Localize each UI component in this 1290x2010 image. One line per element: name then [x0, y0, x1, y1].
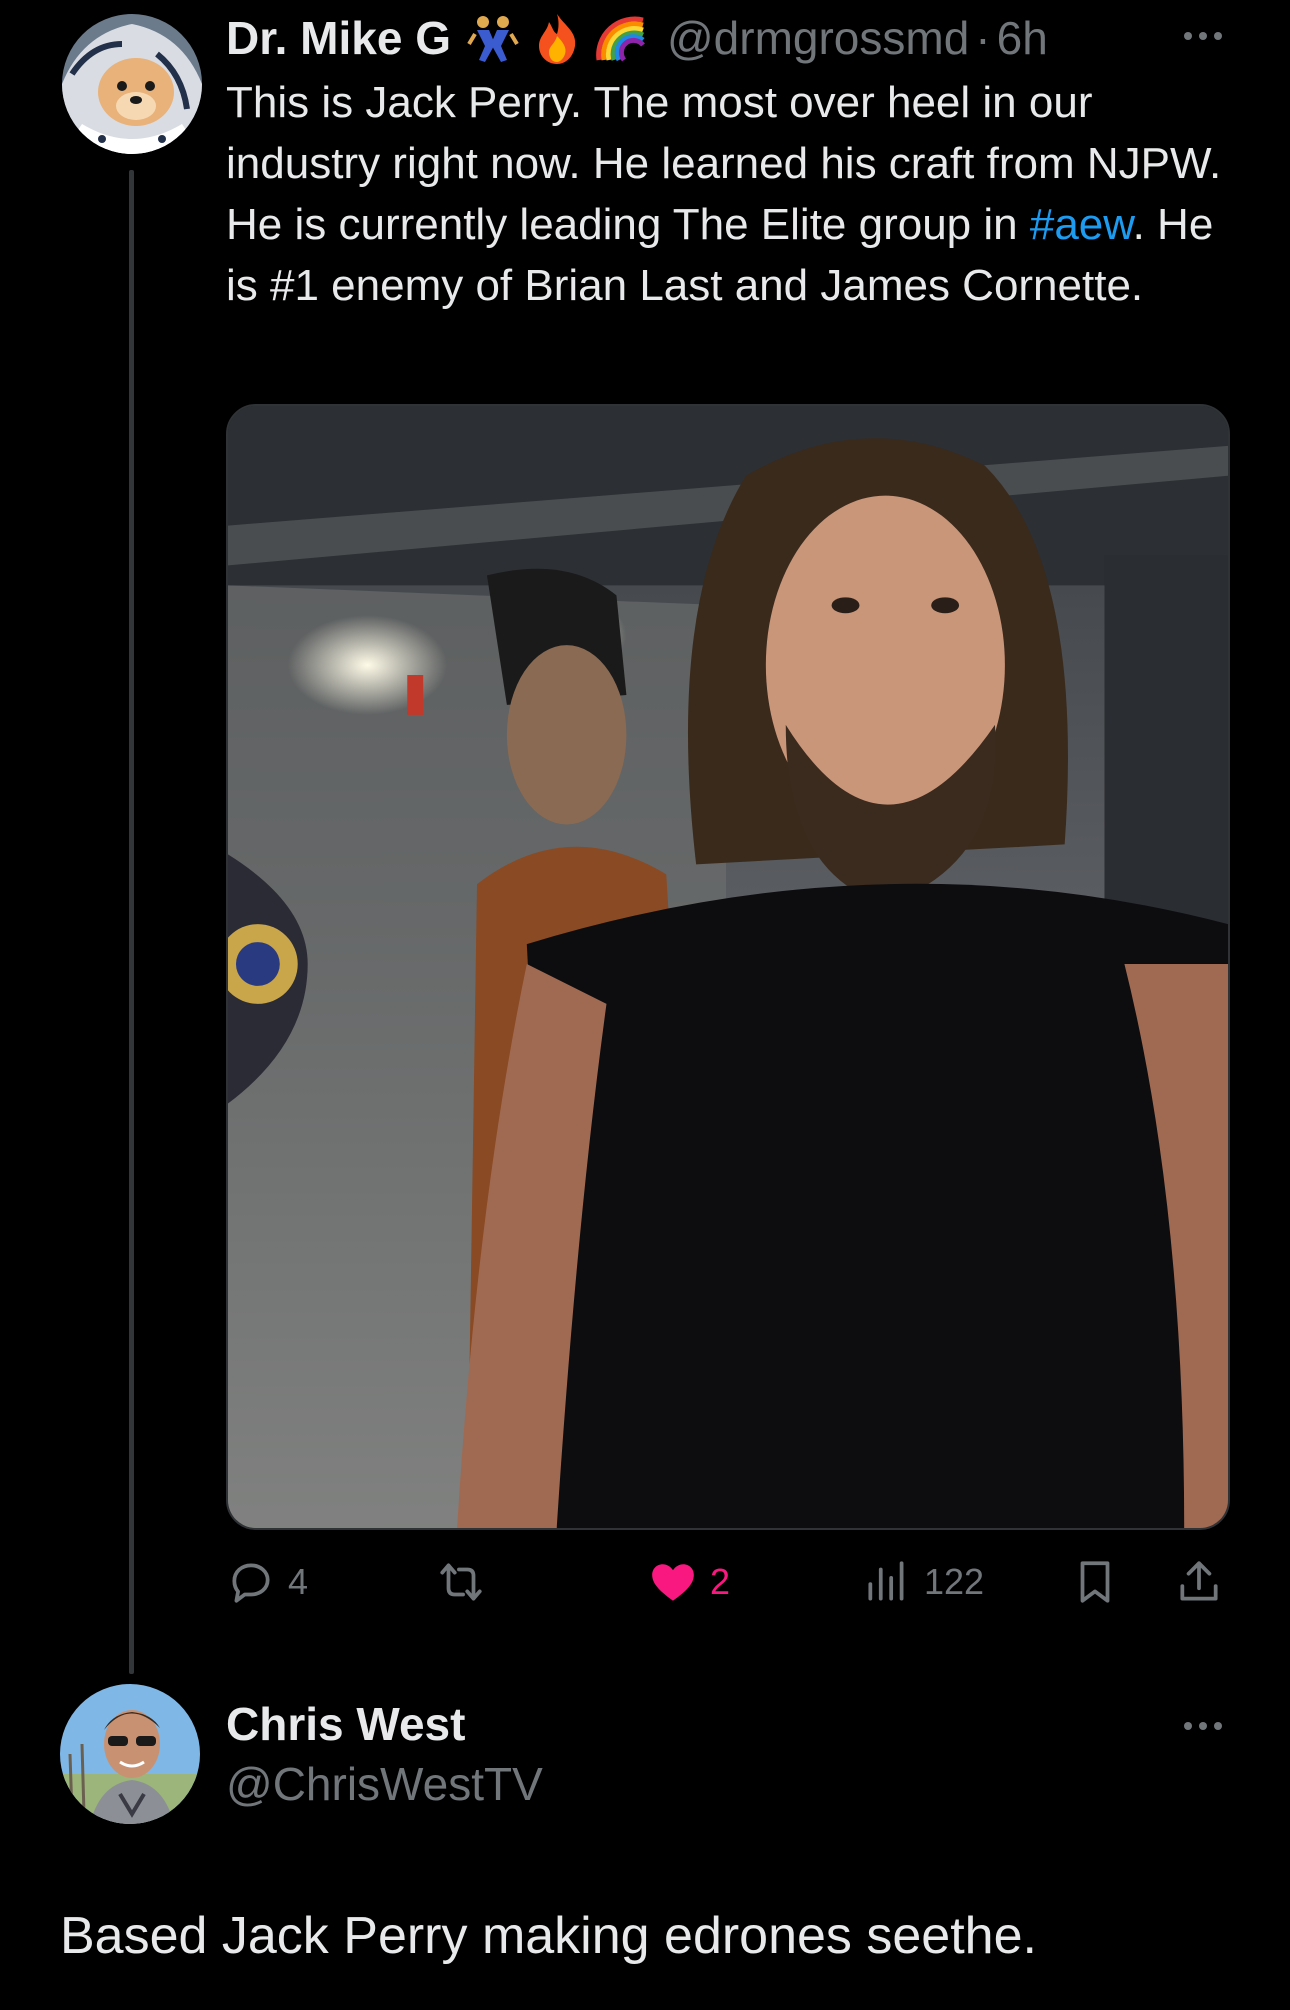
reply-handle-line: @ChrisWestTV	[226, 1754, 543, 1814]
reply-button[interactable]: 4	[226, 1556, 308, 1608]
retweet-icon	[440, 1563, 482, 1601]
view-count: 122	[924, 1561, 985, 1602]
wrestlers-emoji-icon	[465, 10, 521, 66]
tweet-text: This is Jack Perry. The most over heel i…	[226, 72, 1236, 316]
bookmark-button[interactable]	[1070, 1556, 1120, 1608]
author-display-name[interactable]: Dr. Mike G	[226, 11, 451, 65]
tweet-media-photo[interactable]	[226, 404, 1230, 1530]
share-icon	[1180, 1561, 1218, 1601]
reply-author-handle[interactable]: @ChrisWestTV	[226, 1757, 543, 1811]
reply-display-name-line: Chris West	[226, 1694, 465, 1754]
man-avatar-image	[60, 1684, 200, 1824]
reply-icon	[232, 1563, 270, 1603]
dog-avatar-image	[62, 14, 202, 154]
tweet-timestamp[interactable]: 6h	[997, 11, 1048, 65]
views-chart-icon	[868, 1561, 904, 1601]
tweet-header: Dr. Mike G @drmgrossmd · 6h	[226, 8, 1048, 68]
avatar-chris-west[interactable]	[60, 1684, 200, 1824]
reply-author-display-name[interactable]: Chris West	[226, 1697, 465, 1751]
avatar-dr-mike-g[interactable]	[62, 14, 202, 154]
time-separator: ·	[975, 12, 991, 64]
views-button[interactable]: 122	[862, 1556, 984, 1608]
author-handle[interactable]: @drmgrossmd	[667, 11, 969, 65]
like-button[interactable]: 2	[648, 1556, 730, 1608]
reply-more-options-icon[interactable]	[1184, 1722, 1222, 1730]
bookmark-icon	[1080, 1561, 1110, 1603]
hashtag-link[interactable]: #aew	[1030, 200, 1133, 249]
rainbow-emoji-icon	[593, 10, 649, 66]
heart-filled-icon	[652, 1564, 694, 1601]
fire-emoji-icon	[529, 10, 585, 66]
photo-icon	[228, 406, 1228, 1528]
thread-connector-line	[129, 170, 134, 1674]
like-count: 2	[710, 1561, 731, 1602]
reply-text: Based Jack Perry making edrones seethe.	[60, 1907, 1037, 1965]
more-options-icon[interactable]	[1184, 32, 1222, 40]
reply-count: 4	[288, 1561, 309, 1602]
retweet-button[interactable]	[436, 1556, 498, 1608]
share-button[interactable]	[1174, 1556, 1224, 1608]
